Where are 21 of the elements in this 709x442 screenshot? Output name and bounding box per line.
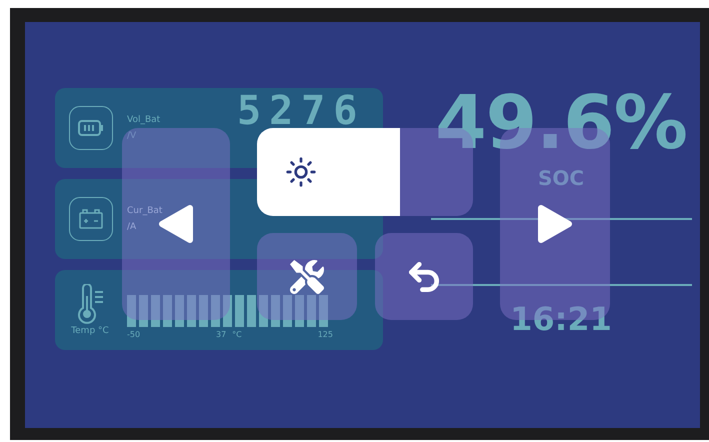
reading-label: Vol_Bat [127, 115, 162, 125]
soc-value: 49.6% [435, 86, 687, 160]
back-button[interactable] [375, 233, 473, 320]
right-arrow-icon [537, 204, 573, 244]
previous-button[interactable] [122, 128, 230, 320]
temperature-label: Temp °C [71, 326, 109, 336]
unit-label: /A [127, 222, 138, 232]
soc-label: SOC [538, 166, 584, 190]
reading-value: 5276 [237, 91, 366, 131]
temperature-value: 37 [216, 330, 226, 339]
clock-time: 16:21 [510, 300, 612, 338]
reading-label: Cur_Bat [127, 206, 164, 216]
battery-icon [78, 120, 104, 136]
scale-min: -50 [127, 330, 140, 339]
tools-icon [290, 260, 324, 294]
settings-button[interactable] [257, 233, 357, 320]
scale-max: 125 [318, 330, 333, 339]
thermometer-icon [75, 284, 105, 324]
brightness-icon [285, 156, 317, 188]
temperature-unit: °C [232, 330, 242, 339]
car-battery-icon [79, 209, 103, 229]
